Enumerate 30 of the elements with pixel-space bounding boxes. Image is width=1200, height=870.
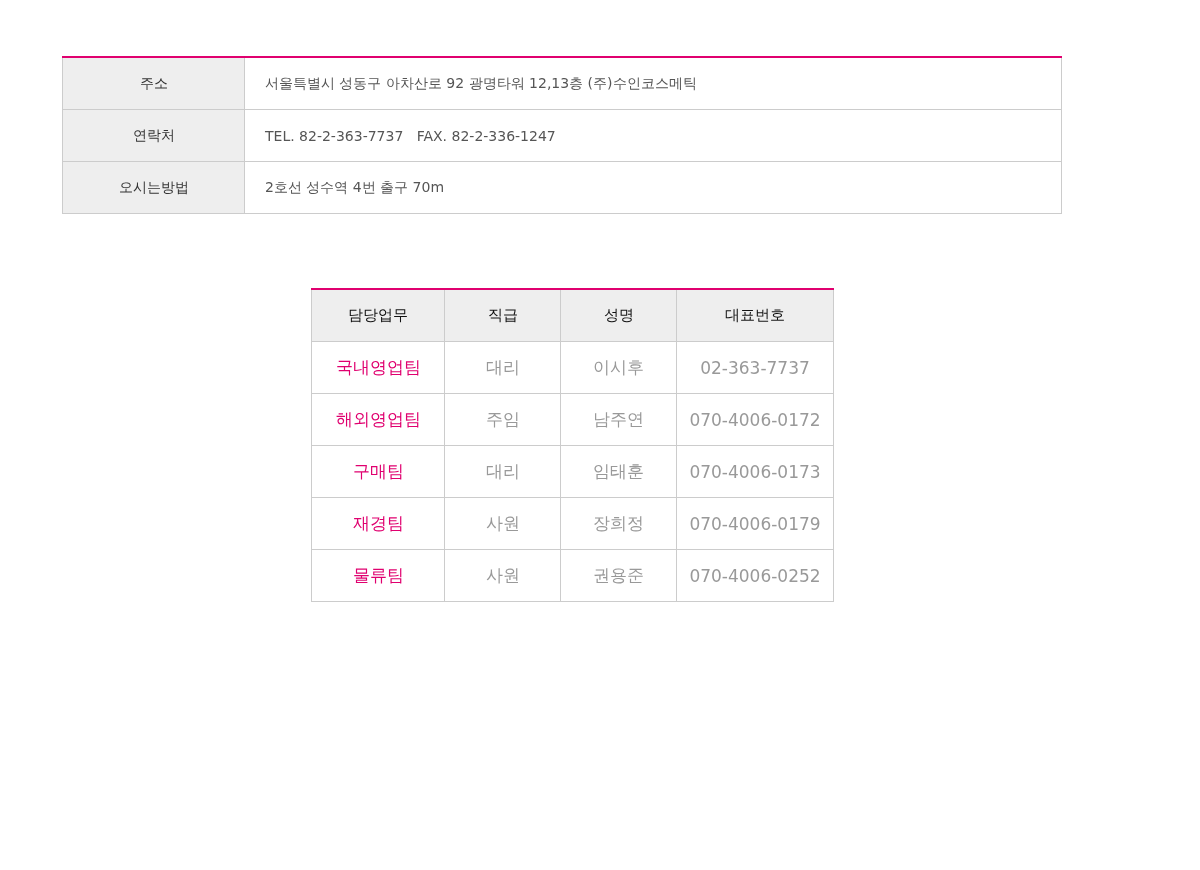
column-header: 성명 bbox=[560, 289, 677, 342]
column-header: 담당업무 bbox=[311, 289, 445, 342]
table-cell: 해외영업팀 bbox=[311, 393, 445, 446]
table-cell: 대리 bbox=[444, 341, 561, 394]
row-label: 오시는방법 bbox=[62, 161, 245, 214]
table-cell: 대리 bbox=[444, 445, 561, 498]
table-cell: 국내영업팀 bbox=[311, 341, 445, 394]
table-cell: 재경팀 bbox=[311, 497, 445, 550]
table-cell: 권용준 bbox=[560, 549, 677, 602]
table-cell: 070-4006-0252 bbox=[676, 549, 834, 602]
column-header: 대표번호 bbox=[676, 289, 834, 342]
column-header: 직급 bbox=[444, 289, 561, 342]
table-cell: 구매팀 bbox=[311, 445, 445, 498]
row-value: 서울특별시 성동구 아차산로 92 광명타워 12,13층 (주)수인코스메틱 bbox=[244, 57, 1062, 110]
row-label: 연락처 bbox=[62, 109, 245, 162]
row-label: 주소 bbox=[62, 57, 245, 110]
table-cell: 이시후 bbox=[560, 341, 677, 394]
table-cell: 사원 bbox=[444, 497, 561, 550]
row-value: 2호선 성수역 4번 출구 70m bbox=[244, 161, 1062, 214]
table-cell: 사원 bbox=[444, 549, 561, 602]
table-cell: 장희정 bbox=[560, 497, 677, 550]
table-cell: 070-4006-0172 bbox=[676, 393, 834, 446]
table-cell: 남주연 bbox=[560, 393, 677, 446]
row-value: TEL. 82-2-363-7737 FAX. 82-2-336-1247 bbox=[244, 109, 1062, 162]
table-cell: 주임 bbox=[444, 393, 561, 446]
table-cell: 02-363-7737 bbox=[676, 341, 834, 394]
table-cell: 070-4006-0179 bbox=[676, 497, 834, 550]
table-cell: 물류팀 bbox=[311, 549, 445, 602]
table-cell: 임태훈 bbox=[560, 445, 677, 498]
table-cell: 070-4006-0173 bbox=[676, 445, 834, 498]
